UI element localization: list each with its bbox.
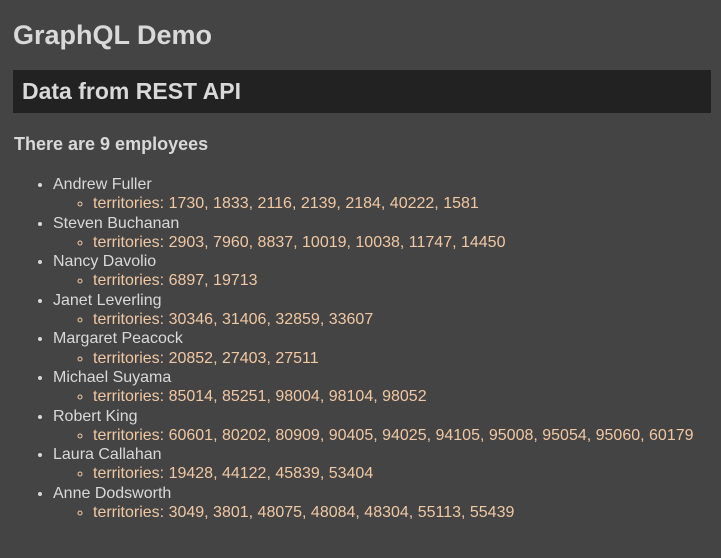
territory-list: territories: 30346, 31406, 32859, 33607	[53, 310, 711, 329]
territory-item: territories: 1730, 1833, 2116, 2139, 218…	[93, 194, 711, 213]
territory-item: territories: 30346, 31406, 32859, 33607	[93, 310, 711, 329]
territory-item: territories: 2903, 7960, 8837, 10019, 10…	[93, 233, 711, 252]
employee-name: Steven Buchanan	[53, 214, 180, 232]
employee-item: Michael Suyama territories: 85014, 85251…	[53, 368, 711, 407]
territory-item: territories: 60601, 80202, 80909, 90405,…	[93, 426, 711, 445]
territory-list: territories: 85014, 85251, 98004, 98104,…	[53, 387, 711, 406]
section-banner: Data from REST API	[13, 70, 711, 113]
territory-list: territories: 3049, 3801, 48075, 48084, 4…	[53, 503, 711, 522]
employee-name: Andrew Fuller	[53, 176, 152, 193]
employee-name: Janet Leverling	[53, 291, 162, 309]
territory-list: territories: 20852, 27403, 27511	[53, 349, 711, 368]
page-title: GraphQL Demo	[13, 20, 213, 50]
employee-name: Robert King	[53, 407, 138, 425]
employee-item: Margaret Peacock territories: 20852, 274…	[53, 329, 711, 368]
employee-count: There are 9 employees	[14, 134, 209, 154]
employee-item: Steven Buchanan territories: 2903, 7960,…	[53, 214, 711, 253]
territory-item: territories: 85014, 85251, 98004, 98104,…	[93, 387, 711, 406]
territory-item: territories: 20852, 27403, 27511	[93, 349, 711, 368]
territory-list: territories: 2903, 7960, 8837, 10019, 10…	[53, 233, 711, 252]
employee-name: Nancy Davolio	[53, 253, 157, 271]
employee-item: Janet Leverling territories: 30346, 3140…	[53, 291, 711, 330]
territory-list: territories: 1730, 1833, 2116, 2139, 218…	[53, 194, 711, 213]
employee-item: Robert King territories: 60601, 80202, 8…	[53, 407, 711, 446]
territory-list: territories: 60601, 80202, 80909, 90405,…	[53, 426, 711, 445]
territory-list: territories: 6897, 19713	[53, 271, 711, 290]
territory-item: territories: 3049, 3801, 48075, 48084, 4…	[93, 503, 711, 522]
employee-item: Andrew Fuller territories: 1730, 1833, 2…	[53, 175, 711, 214]
employee-name: Anne Dodsworth	[53, 484, 172, 502]
employee-item: Laura Callahan territories: 19428, 44122…	[53, 445, 711, 484]
employee-name: Michael Suyama	[53, 368, 172, 386]
territory-list: territories: 19428, 44122, 45839, 53404	[53, 464, 711, 483]
employee-name: Margaret Peacock	[53, 330, 183, 348]
employee-list: Andrew Fuller territories: 1730, 1833, 2…	[13, 175, 711, 522]
employee-name: Laura Callahan	[53, 446, 162, 464]
employee-item: Anne Dodsworth territories: 3049, 3801, …	[53, 484, 711, 523]
employee-item: Nancy Davolio territories: 6897, 19713	[53, 252, 711, 291]
page: GraphQL Demo Data from REST API There ar…	[0, 0, 721, 522]
territory-item: territories: 19428, 44122, 45839, 53404	[93, 464, 711, 483]
section-title: Data from REST API	[22, 78, 241, 104]
territory-item: territories: 6897, 19713	[93, 271, 711, 290]
